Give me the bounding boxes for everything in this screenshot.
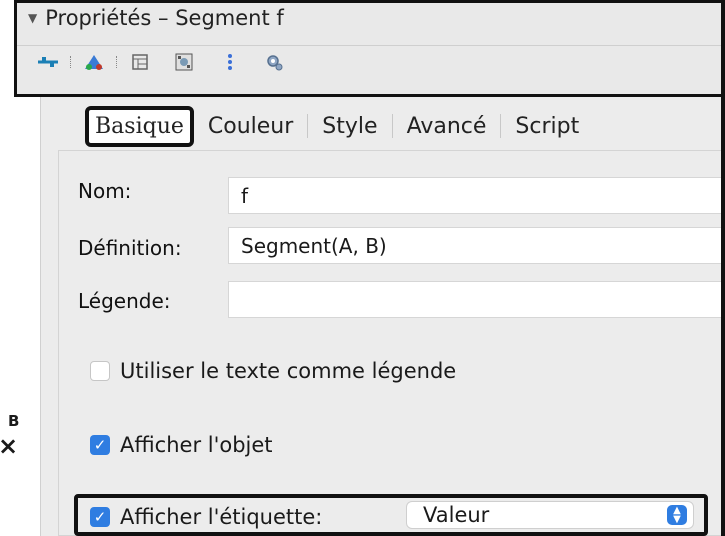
collapse-triangle-icon[interactable]: ▼: [28, 11, 37, 25]
caption-field[interactable]: [228, 281, 725, 318]
use-text-caption-label: Utiliser le texte comme légende: [120, 359, 457, 383]
toolbar-separator: [116, 56, 118, 68]
use-text-caption-checkbox[interactable]: [90, 361, 110, 381]
graphics-view-edge: [0, 97, 40, 536]
tab-bar: Basique Couleur Style Avancé Script: [45, 104, 593, 148]
gear-icon[interactable]: [262, 51, 286, 73]
show-label-label: Afficher l'étiquette:: [120, 505, 323, 529]
tab-basique[interactable]: Basique: [85, 105, 194, 147]
show-label-checkbox[interactable]: ✓: [90, 507, 110, 527]
tab-avance[interactable]: Avancé: [393, 114, 501, 139]
toolbar-separator: [70, 56, 72, 68]
label-mode-value: Valeur: [423, 503, 490, 527]
select-arrows-icon: ▲ ▼: [667, 505, 687, 525]
definition-field[interactable]: Segment(A, B): [228, 227, 725, 264]
show-label-row[interactable]: ✓ Afficher l'étiquette:: [90, 505, 322, 529]
use-text-caption-row[interactable]: Utiliser le texte comme légende: [90, 359, 456, 383]
caption-label: Légende:: [78, 289, 171, 313]
name-row: Nom:: [78, 179, 226, 203]
header-divider: [14, 45, 725, 46]
label-mode-select[interactable]: Valeur ▲ ▼: [406, 501, 694, 529]
image-icon[interactable]: [172, 51, 196, 73]
tab-couleur[interactable]: Couleur: [194, 114, 307, 139]
table-icon[interactable]: [128, 51, 152, 73]
dots-icon[interactable]: [218, 51, 242, 73]
caption-row: Légende:: [78, 289, 226, 313]
tab-style[interactable]: Style: [308, 114, 391, 139]
header-title-row: ▼ Propriétés – Segment f: [28, 6, 284, 30]
name-field[interactable]: f: [228, 177, 725, 214]
polygon-tool-icon[interactable]: [82, 51, 106, 73]
show-object-checkbox[interactable]: ✓: [90, 435, 110, 455]
definition-row: Définition:: [78, 236, 226, 260]
name-label: Nom:: [78, 179, 132, 203]
point-mark-icon: ×: [0, 432, 19, 460]
definition-label: Définition:: [78, 236, 182, 260]
show-object-label: Afficher l'objet: [120, 433, 273, 457]
tab-script[interactable]: Script: [501, 114, 593, 139]
toolbar: [36, 51, 286, 73]
right-border: [721, 0, 725, 536]
segment-tool-icon[interactable]: [36, 51, 60, 73]
panel-title: Propriétés – Segment f: [45, 6, 284, 30]
point-label-b: B: [8, 412, 20, 430]
show-object-row[interactable]: ✓ Afficher l'objet: [90, 433, 273, 457]
properties-header: ▼ Propriétés – Segment f: [14, 0, 725, 97]
